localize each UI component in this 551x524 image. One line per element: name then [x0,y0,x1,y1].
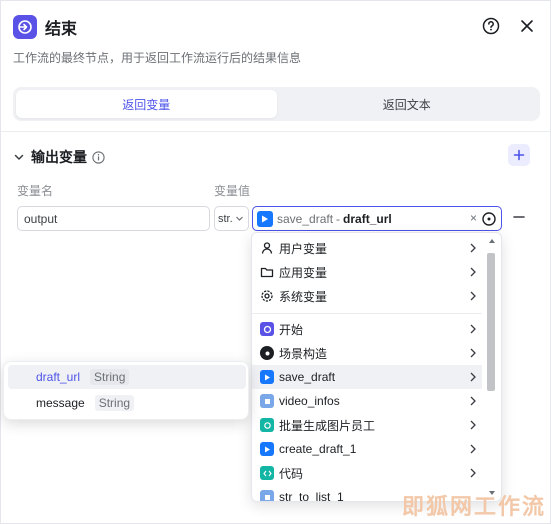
chevron-right-icon [470,291,476,301]
return-mode-tabs: 返回变量 返回文本 [13,87,540,121]
dropdown-divider [252,313,482,314]
chevron-right-icon [470,468,476,478]
reference-separator: - [336,211,341,226]
output-section-title: 输出变量 [31,149,87,165]
dropdown-item-scene[interactable]: 场景构造 [252,341,482,365]
variable-submenu: draft_url String message String [3,361,249,420]
variable-name-input[interactable]: output [17,206,210,231]
dropdown-item-video-infos[interactable]: video_infos [252,389,482,413]
dropdown-item-system-variables[interactable]: 系统变量 [252,284,482,308]
capcut-node-icon [260,370,274,384]
chevron-down-icon[interactable] [13,151,25,163]
watermark: 即狐网工作流 [401,494,546,519]
type-select-value: str. [218,212,233,225]
close-icon[interactable] [516,15,538,37]
plus-icon [513,149,525,161]
chevron-right-icon [470,348,476,358]
chevron-right-icon [470,420,476,430]
dropdown-item-app-variables[interactable]: 应用变量 [252,260,482,284]
folder-icon [260,267,274,278]
variable-reference-input[interactable]: save_draft - draft_url × [252,206,502,231]
panel-header: 结束 [13,13,538,41]
chevron-right-icon [470,324,476,334]
end-node-panel: 结束 工作流的最终节点，用于返回工作流运行后的结果信息 返回变量 返回文本 输出… [0,0,551,524]
plugin-node-icon [260,490,274,501]
plugin-node-icon [260,394,274,408]
reference-variable-name: draft_url [343,211,392,226]
variable-type-select[interactable]: str. [214,206,249,231]
capcut-node-icon [257,210,273,227]
chevron-right-icon [470,267,476,277]
info-icon[interactable] [92,150,105,164]
gear-icon [261,290,273,302]
tab-return-variables[interactable]: 返回变量 [16,90,277,118]
dropdown-item-create-draft[interactable]: create_draft_1 [252,437,482,461]
tab-return-text[interactable]: 返回文本 [277,90,538,118]
dropdown-item-code[interactable]: 代码 [252,461,482,485]
clear-reference-icon[interactable]: × [470,211,477,225]
dropdown-scrollbar[interactable] [487,253,495,391]
panel-description: 工作流的最终节点，用于返回工作流运行后的结果信息 [13,51,302,65]
column-label-name: 变量名 [17,184,54,198]
end-node-icon [13,15,37,39]
type-badge: String [90,369,130,385]
chevron-down-icon [235,216,243,221]
chevron-right-icon [470,396,476,406]
submenu-item-message[interactable]: message String [8,391,246,415]
loop-node-icon [260,418,274,432]
help-icon[interactable] [480,15,502,37]
submenu-item-draft-url[interactable]: draft_url String [8,365,246,389]
dropdown-item-user-variables[interactable]: 用户变量 [252,236,482,260]
chevron-right-icon [470,444,476,454]
chevron-right-icon [470,243,476,253]
remove-row-icon[interactable] [512,210,526,224]
chevron-right-icon [470,372,476,382]
divider [1,131,550,132]
dropdown-item-save-draft[interactable]: save_draft [252,365,482,389]
target-icon[interactable] [481,211,497,227]
panel-title: 结束 [45,21,78,38]
start-node-icon [260,322,274,336]
capcut-node-icon [260,442,274,456]
variable-picker-dropdown: 用户变量 应用变量 系统变量 开始 场景构造 save_draft video_… [251,232,502,502]
user-icon [261,242,273,254]
reference-node-name: save_draft [277,211,334,226]
scene-node-icon [260,346,274,360]
dropdown-item-start[interactable]: 开始 [252,317,482,341]
output-section-header: 输出变量 [13,144,538,168]
add-output-button[interactable] [508,144,530,166]
type-badge: String [94,395,135,411]
code-node-icon [260,466,274,480]
dropdown-item-batch-images[interactable]: 批量生成图片员工 [252,413,482,437]
column-label-value: 变量值 [214,184,251,198]
